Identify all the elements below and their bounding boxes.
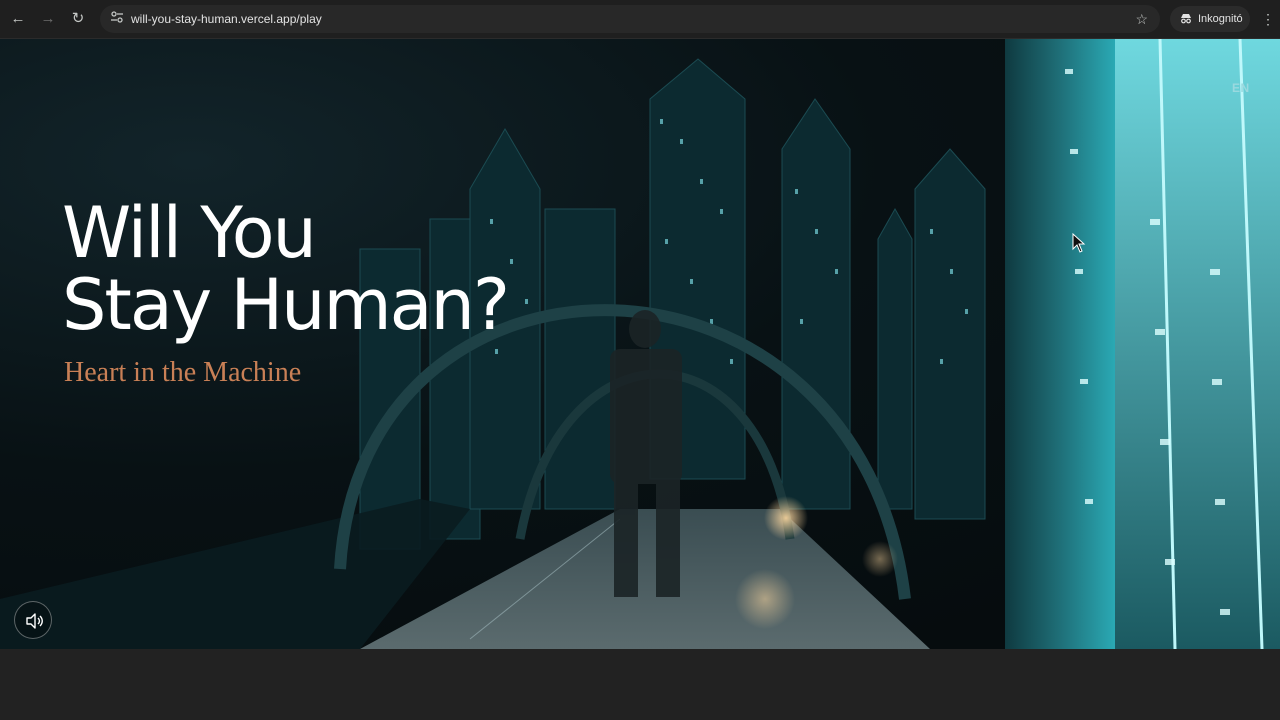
browser-toolbar: ← → ↻ will-you-stay-human.vercel.app/pla… xyxy=(0,0,1280,39)
star-icon[interactable]: ☆ xyxy=(1135,10,1148,28)
mouse-cursor-icon xyxy=(1072,233,1086,253)
back-arrow-icon[interactable]: ← xyxy=(7,8,29,30)
incognito-icon xyxy=(1181,14,1191,24)
url-text[interactable]: will-you-stay-human.vercel.app/play xyxy=(131,12,322,26)
kebab-menu-icon[interactable]: ⋮ xyxy=(1260,9,1276,29)
title-line-2: Stay Human? xyxy=(62,264,510,346)
incognito-label: Inkognitó xyxy=(1198,13,1243,25)
forward-arrow-icon[interactable]: → xyxy=(37,8,59,30)
game-subtitle: Heart in the Machine xyxy=(64,357,302,388)
reload-icon[interactable]: ↻ xyxy=(67,8,89,30)
page-bottom-area xyxy=(0,649,1280,720)
speaker-icon xyxy=(26,613,43,629)
sound-toggle-button[interactable] xyxy=(14,601,52,639)
language-toggle[interactable]: EN xyxy=(1232,81,1250,95)
incognito-profile-button[interactable]: Inkognitó xyxy=(1170,6,1250,32)
game-title: Will You Stay Human? xyxy=(62,192,510,346)
game-viewport[interactable]: EN Will You Stay Human? Heart in the Mac… xyxy=(0,39,1280,649)
address-bar[interactable]: will-you-stay-human.vercel.app/play ☆ xyxy=(100,5,1160,33)
title-line-1: Will You xyxy=(62,192,317,274)
site-info-icon[interactable] xyxy=(108,10,126,28)
